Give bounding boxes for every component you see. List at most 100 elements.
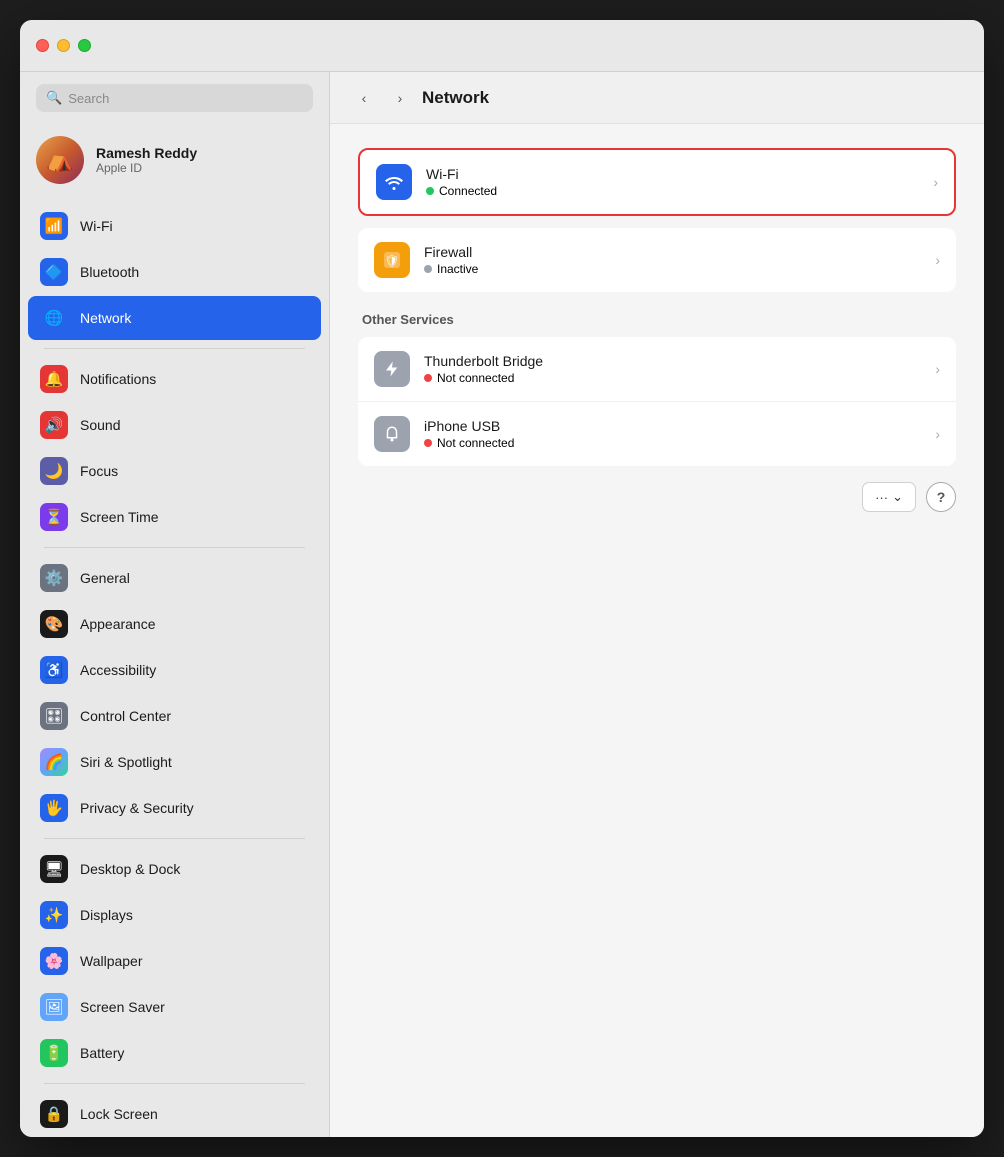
sidebar-item-screen-time[interactable]: ⏳ Screen Time — [28, 495, 321, 539]
screen-saver-icon-box: 🖼 — [40, 993, 68, 1021]
svg-text:🛡: 🛡 — [384, 254, 399, 268]
nav-back-button[interactable]: ‹ — [350, 84, 378, 112]
thunderbolt-network-item[interactable]: Thunderbolt Bridge Not connected › — [358, 337, 956, 402]
maximize-button[interactable] — [78, 39, 91, 52]
sidebar-item-sound[interactable]: 🔊 Sound — [28, 403, 321, 447]
search-wrapper[interactable]: 🔍 — [36, 84, 313, 112]
control-center-icon-box: 🎛 — [40, 702, 68, 730]
traffic-lights — [36, 39, 91, 52]
other-services-group: Thunderbolt Bridge Not connected › — [358, 337, 956, 466]
sidebar-label-privacy: Privacy & Security — [80, 800, 194, 816]
bluetooth-icon-box: 🔷 — [40, 258, 68, 286]
more-options-button[interactable]: ··· ⌄ — [862, 482, 916, 512]
sidebar-item-lock-screen[interactable]: 🔒 Lock Screen — [28, 1092, 321, 1136]
user-info: Ramesh Reddy Apple ID — [96, 145, 197, 175]
wifi-icon-box: 📶 — [40, 212, 68, 240]
firewall-status-dot — [424, 265, 432, 273]
thunderbolt-status: Not connected — [424, 371, 927, 385]
sidebar-item-privacy[interactable]: 🖐 Privacy & Security — [28, 786, 321, 830]
sidebar: 🔍 ⛺ Ramesh Reddy Apple ID 📶 Wi — [20, 72, 330, 1137]
sidebar-items-list: 📶 Wi-Fi 🔷 Bluetooth 🌐 Network 🔔 No — [20, 204, 329, 1137]
firewall-network-item[interactable]: 🛡 Firewall Inactive › — [358, 228, 956, 292]
sidebar-label-siri: Siri & Spotlight — [80, 754, 172, 770]
wifi-network-item[interactable]: Wi-Fi Connected › — [358, 148, 956, 216]
siri-icon-box: 🌈 — [40, 748, 68, 776]
thunderbolt-status-dot — [424, 374, 432, 382]
sidebar-label-lock-screen: Lock Screen — [80, 1106, 158, 1122]
more-chevron-icon: ⌄ — [892, 489, 903, 505]
iphone-usb-chevron-icon: › — [935, 426, 940, 442]
thunderbolt-status-text: Not connected — [437, 371, 514, 385]
sidebar-item-control-center[interactable]: 🎛 Control Center — [28, 694, 321, 738]
main-content: ‹ › Network — [330, 72, 984, 1137]
wallpaper-icon-box: 🌸 — [40, 947, 68, 975]
firewall-status: Inactive — [424, 262, 927, 276]
search-bar: 🔍 — [20, 72, 329, 124]
sidebar-item-screen-saver[interactable]: 🖼 Screen Saver — [28, 985, 321, 1029]
firewall-info: Firewall Inactive — [424, 244, 927, 276]
nav-forward-button[interactable]: › — [386, 84, 414, 112]
iphone-usb-status-dot — [424, 439, 432, 447]
sidebar-label-sound: Sound — [80, 417, 120, 433]
sidebar-item-displays[interactable]: ✨ Displays — [28, 893, 321, 937]
help-label: ? — [937, 489, 946, 505]
wifi-service-icon — [376, 164, 412, 200]
other-services-title: Other Services — [358, 312, 956, 327]
sidebar-label-desktop-dock: Desktop & Dock — [80, 861, 180, 877]
wifi-status-text: Connected — [439, 184, 497, 198]
privacy-icon-box: 🖐 — [40, 794, 68, 822]
sidebar-label-screen-time: Screen Time — [80, 509, 159, 525]
sidebar-item-network[interactable]: 🌐 Network — [28, 296, 321, 340]
sidebar-item-desktop-dock[interactable]: 🖥 Desktop & Dock — [28, 847, 321, 891]
sidebar-item-general[interactable]: ⚙️ General — [28, 556, 321, 600]
main-header: ‹ › Network — [330, 72, 984, 124]
iphone-usb-service-icon — [374, 416, 410, 452]
user-name: Ramesh Reddy — [96, 145, 197, 161]
desktop-dock-icon-box: 🖥 — [40, 855, 68, 883]
firewall-service-icon: 🛡 — [374, 242, 410, 278]
thunderbolt-info: Thunderbolt Bridge Not connected — [424, 353, 927, 385]
network-icon-box: 🌐 — [40, 304, 68, 332]
sidebar-label-displays: Displays — [80, 907, 133, 923]
page-title: Network — [422, 88, 489, 108]
divider-2 — [44, 547, 305, 548]
sidebar-item-notifications[interactable]: 🔔 Notifications — [28, 357, 321, 401]
content-area: 🔍 ⛺ Ramesh Reddy Apple ID 📶 Wi — [20, 72, 984, 1137]
lock-screen-icon-box: 🔒 — [40, 1100, 68, 1128]
help-button[interactable]: ? — [926, 482, 956, 512]
wifi-status: Connected — [426, 184, 925, 198]
sidebar-item-wallpaper[interactable]: 🌸 Wallpaper — [28, 939, 321, 983]
wifi-info: Wi-Fi Connected — [426, 166, 925, 198]
thunderbolt-chevron-icon: › — [935, 361, 940, 377]
iphone-usb-network-item[interactable]: iPhone USB Not connected › — [358, 402, 956, 466]
sidebar-item-siri[interactable]: 🌈 Siri & Spotlight — [28, 740, 321, 784]
focus-icon-box: 🌙 — [40, 457, 68, 485]
sidebar-label-bluetooth: Bluetooth — [80, 264, 139, 280]
iphone-usb-name: iPhone USB — [424, 418, 927, 434]
bottom-toolbar: ··· ⌄ ? — [358, 466, 956, 512]
sidebar-item-battery[interactable]: 🔋 Battery — [28, 1031, 321, 1075]
sidebar-label-control-center: Control Center — [80, 708, 171, 724]
firewall-status-text: Inactive — [437, 262, 478, 276]
minimize-button[interactable] — [57, 39, 70, 52]
appearance-icon-box: 🎨 — [40, 610, 68, 638]
thunderbolt-name: Thunderbolt Bridge — [424, 353, 927, 369]
firewall-name: Firewall — [424, 244, 927, 260]
search-input[interactable] — [68, 91, 303, 106]
sidebar-item-appearance[interactable]: 🎨 Appearance — [28, 602, 321, 646]
sidebar-item-wifi[interactable]: 📶 Wi-Fi — [28, 204, 321, 248]
title-bar — [20, 20, 984, 72]
sidebar-item-focus[interactable]: 🌙 Focus — [28, 449, 321, 493]
wifi-name: Wi-Fi — [426, 166, 925, 182]
wifi-status-dot — [426, 187, 434, 195]
main-body: Wi-Fi Connected › 🛡 — [330, 124, 984, 1137]
accessibility-icon-box: ♿ — [40, 656, 68, 684]
sidebar-label-focus: Focus — [80, 463, 118, 479]
sidebar-label-wifi: Wi-Fi — [80, 218, 113, 234]
close-button[interactable] — [36, 39, 49, 52]
user-profile[interactable]: ⛺ Ramesh Reddy Apple ID — [20, 124, 329, 196]
firewall-chevron-icon: › — [935, 252, 940, 268]
sidebar-item-bluetooth[interactable]: 🔷 Bluetooth — [28, 250, 321, 294]
sidebar-item-accessibility[interactable]: ♿ Accessibility — [28, 648, 321, 692]
sidebar-label-screen-saver: Screen Saver — [80, 999, 165, 1015]
